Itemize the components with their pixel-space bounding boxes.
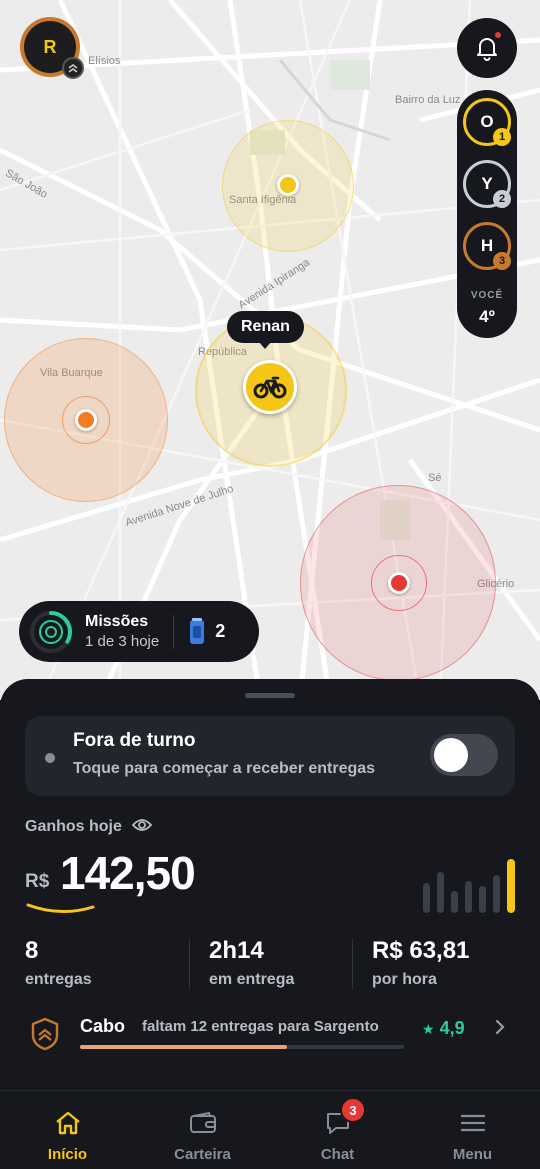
rank-name: Cabo [80,1016,125,1036]
bell-icon [477,38,497,61]
eye-icon[interactable] [132,818,153,832]
map-label-se: Sé [428,472,442,484]
leaderboard-position: 2 [493,190,511,208]
map-label-elisios: Elísios [88,55,121,67]
earnings-bar [493,875,500,913]
nav-wallet-label: Carteira [174,1146,231,1163]
earnings-bar-chart [423,857,518,913]
notifications-button[interactable] [457,18,517,78]
rank-progress-bar [80,1045,404,1049]
stat-per-hour-label: por hora [372,971,437,988]
star-icon: ★ [422,1021,435,1037]
chevron-right-icon[interactable] [494,1018,506,1042]
demand-pin-red[interactable] [388,572,410,594]
wallet-icon [188,1108,218,1138]
demand-pin-yellow[interactable] [277,174,299,196]
leaderboard-initial: H [480,236,494,255]
user-location-marker[interactable] [243,360,297,414]
shift-title: Fora de turno [73,730,196,751]
rating: ★ 4,9 [422,1018,465,1039]
missions-widget[interactable]: Missões 1 de 3 hoje 2 [19,601,259,662]
stat-deliveries-label: entregas [25,971,92,988]
rank-shield-icon [31,1017,59,1051]
rank-progress-row[interactable]: Cabo faltam 12 entregas para Sargento ★ … [0,1014,540,1064]
rank-progress-fill [80,1045,288,1049]
map-label-bairro-da-luz: Bairro da Luz [395,94,461,106]
leaderboard-position: 3 [493,252,511,270]
stat-delivery-time-label: em entrega [209,971,295,988]
nav-chat[interactable]: Chat [270,1091,405,1169]
stat-divider [352,939,353,989]
map-view[interactable]: Elísios Bairro da Luz São João Santa Ifi… [0,0,540,700]
stat-per-hour-value: R$ 63,81 [372,937,470,964]
earnings-bar [451,891,458,913]
nav-menu-label: Menu [452,1146,493,1163]
missions-title: Missões [85,613,149,630]
missions-divider [173,614,175,649]
earnings-label: Ganhos hoje [25,818,153,836]
earnings-underline [26,903,95,914]
rank-chevron-icon [62,57,84,79]
bottom-sheet[interactable]: Fora de turno Toque para começar a receb… [0,679,540,1090]
sheet-drag-handle[interactable] [245,693,295,698]
energy-drink-icon [190,617,205,644]
nav-wallet[interactable]: Carteira [135,1091,270,1169]
leaderboard-initial: Y [481,174,493,193]
rank-next-message: faltam 12 entregas para Sargento [142,1018,379,1035]
notification-dot [495,32,501,38]
missions-progress-ring [30,610,72,653]
earnings-bar [479,886,486,913]
earnings-bar [507,859,515,913]
earnings-bar [437,872,444,913]
nav-home[interactable]: Início [0,1091,135,1169]
missions-item-count: 2 [215,621,226,641]
toggle-knob [434,738,468,772]
bottom-nav: Início Carteira Chat 3 Menu [0,1090,540,1169]
home-icon [53,1108,83,1138]
nav-chat-label: Chat [320,1146,355,1163]
nav-menu[interactable]: Menu [405,1091,540,1169]
nav-home-label: Início [47,1146,88,1163]
earnings-value: 142,50 [60,847,196,899]
earnings-currency: R$ [25,871,50,892]
leaderboard-entry-3[interactable]: H 3 [463,222,511,270]
earnings-bar [465,881,472,913]
shift-status-card[interactable]: Fora de turno Toque para começar a receb… [25,716,515,796]
stat-divider [189,939,190,989]
shift-toggle[interactable] [430,734,498,776]
profile-avatar[interactable]: R [20,17,84,79]
leaderboard-initial: O [480,112,494,131]
leaderboard-entry-2[interactable]: Y 2 [463,160,511,208]
rating-value: 4,9 [439,1018,465,1038]
menu-icon [458,1108,488,1138]
leaderboard-entry-1[interactable]: O 1 [463,98,511,146]
bicycle-icon [253,376,287,399]
demand-pin-orange[interactable] [75,409,97,431]
user-name-tag: Renan [227,311,304,349]
stat-deliveries-value: 8 [25,937,39,964]
stat-delivery-time-value: 2h14 [209,937,264,964]
you-label: VOCÊ [470,290,504,301]
missions-subtitle: 1 de 3 hoje [85,633,160,650]
shift-subtitle: Toque para começar a receber entregas [73,760,376,777]
you-position: 4º [479,307,495,326]
leaderboard-position: 1 [493,128,511,146]
earnings-bar [423,883,430,913]
earnings-label-text: Ganhos hoje [25,818,122,835]
leaderboard-panel[interactable]: O 1 Y 2 H 3 VOCÊ 4º [457,90,517,338]
chat-unread-badge: 3 [340,1097,366,1123]
shift-status-dot [45,753,55,763]
